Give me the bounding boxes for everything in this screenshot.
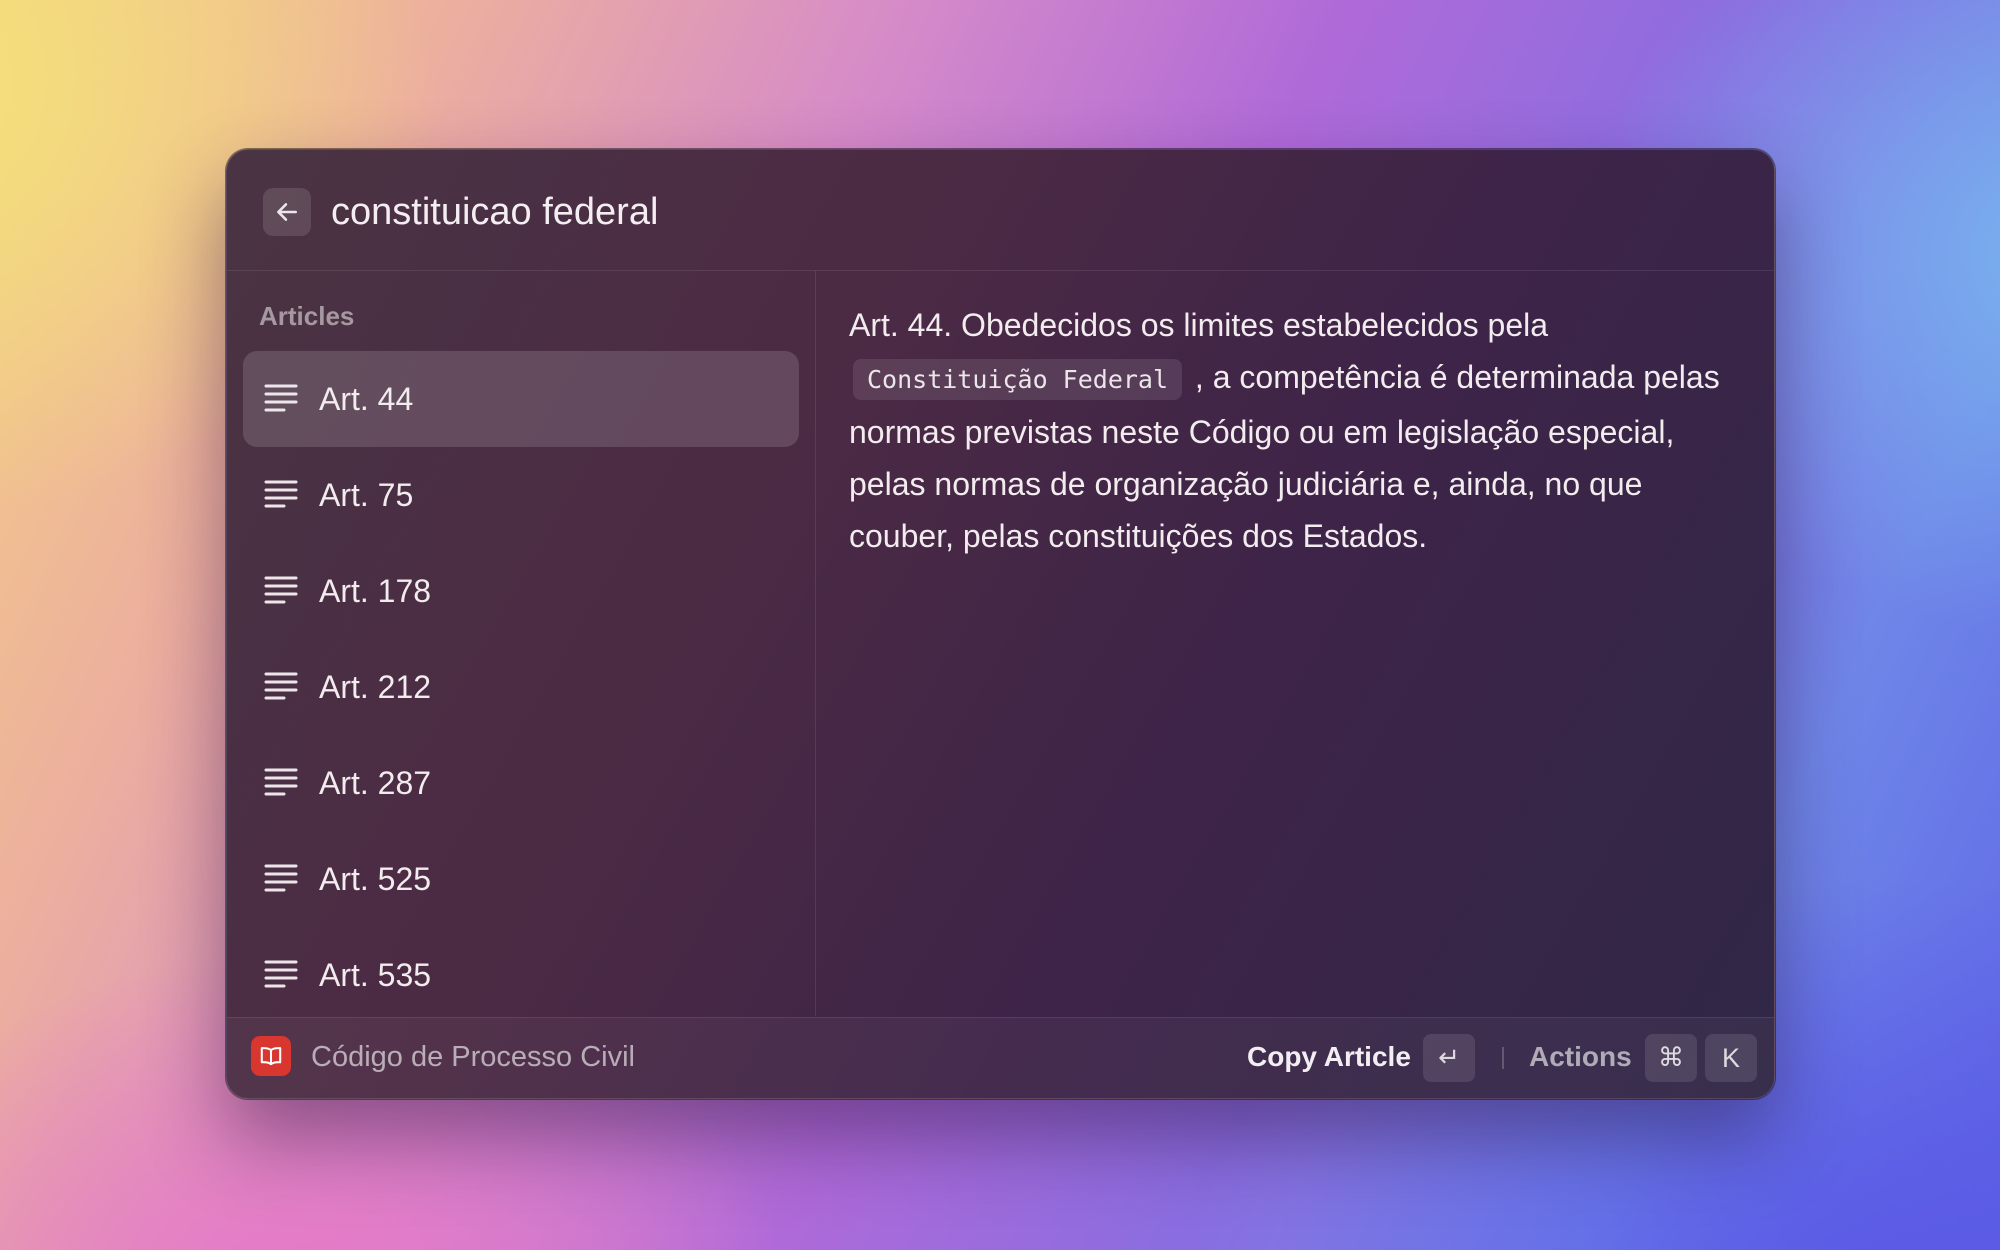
text-align-left-icon [264, 480, 298, 508]
articles-list: Art. 44 Art. 75 Art. 178 Art. 212 Art. 2… [243, 351, 799, 1016]
text-align-left-icon [264, 768, 298, 796]
articles-list-pane: Articles Art. 44 Art. 75 Art. 178 Art. 2… [227, 271, 816, 1016]
list-item-label: Art. 535 [319, 957, 432, 993]
list-item-label: Art. 525 [319, 861, 432, 897]
search-input[interactable] [331, 180, 1631, 244]
list-item-label: Art. 212 [319, 669, 432, 705]
footer-divider [1502, 1047, 1504, 1069]
list-item-art-525[interactable]: Art. 525 [243, 831, 799, 927]
command-key-hint: ⌘ [1645, 1034, 1697, 1082]
text-align-left-icon [264, 384, 298, 412]
list-item-art-212[interactable]: Art. 212 [243, 639, 799, 735]
section-title: Articles [259, 301, 355, 331]
article-detail-pane: Art. 44. Obedecidos os limites estabelec… [817, 271, 1774, 1016]
text-align-left-icon [264, 576, 298, 604]
list-item-label: Art. 287 [319, 765, 432, 801]
back-button[interactable] [263, 188, 311, 236]
text-align-left-icon [264, 864, 298, 892]
list-item-label: Art. 44 [319, 381, 414, 417]
k-key-hint: K [1705, 1034, 1757, 1082]
text-align-left-icon [264, 672, 298, 700]
highlighted-term: Constituição Federal [853, 359, 1183, 400]
copy-article-button[interactable]: Copy Article [1247, 1039, 1411, 1075]
search-bar [227, 150, 1774, 271]
list-item-art-535[interactable]: Art. 535 [243, 927, 799, 1016]
article-text: Art. 44. Obedecidos os limites estabelec… [849, 299, 1739, 562]
list-item-art-44[interactable]: Art. 44 [243, 351, 799, 447]
list-item-art-287[interactable]: Art. 287 [243, 735, 799, 831]
app-icon [251, 1036, 291, 1076]
list-item-art-178[interactable]: Art. 178 [243, 543, 799, 639]
action-bar: Código de Processo Civil Copy Article ↵ … [227, 1017, 1774, 1098]
list-item-art-75[interactable]: Art. 75 [243, 447, 799, 543]
book-icon [260, 1047, 282, 1066]
article-text-before: Art. 44. Obedecidos os limites estabelec… [849, 307, 1549, 343]
list-item-label: Art. 75 [319, 477, 414, 513]
app-name: Código de Processo Civil [311, 1041, 635, 1073]
enter-key-hint: ↵ [1423, 1034, 1475, 1082]
actions-button[interactable]: Actions [1529, 1039, 1632, 1075]
launcher-window: Articles Art. 44 Art. 75 Art. 178 [226, 149, 1775, 1099]
arrow-left-icon [277, 203, 297, 221]
text-align-left-icon [264, 960, 298, 988]
list-item-label: Art. 178 [319, 573, 432, 609]
